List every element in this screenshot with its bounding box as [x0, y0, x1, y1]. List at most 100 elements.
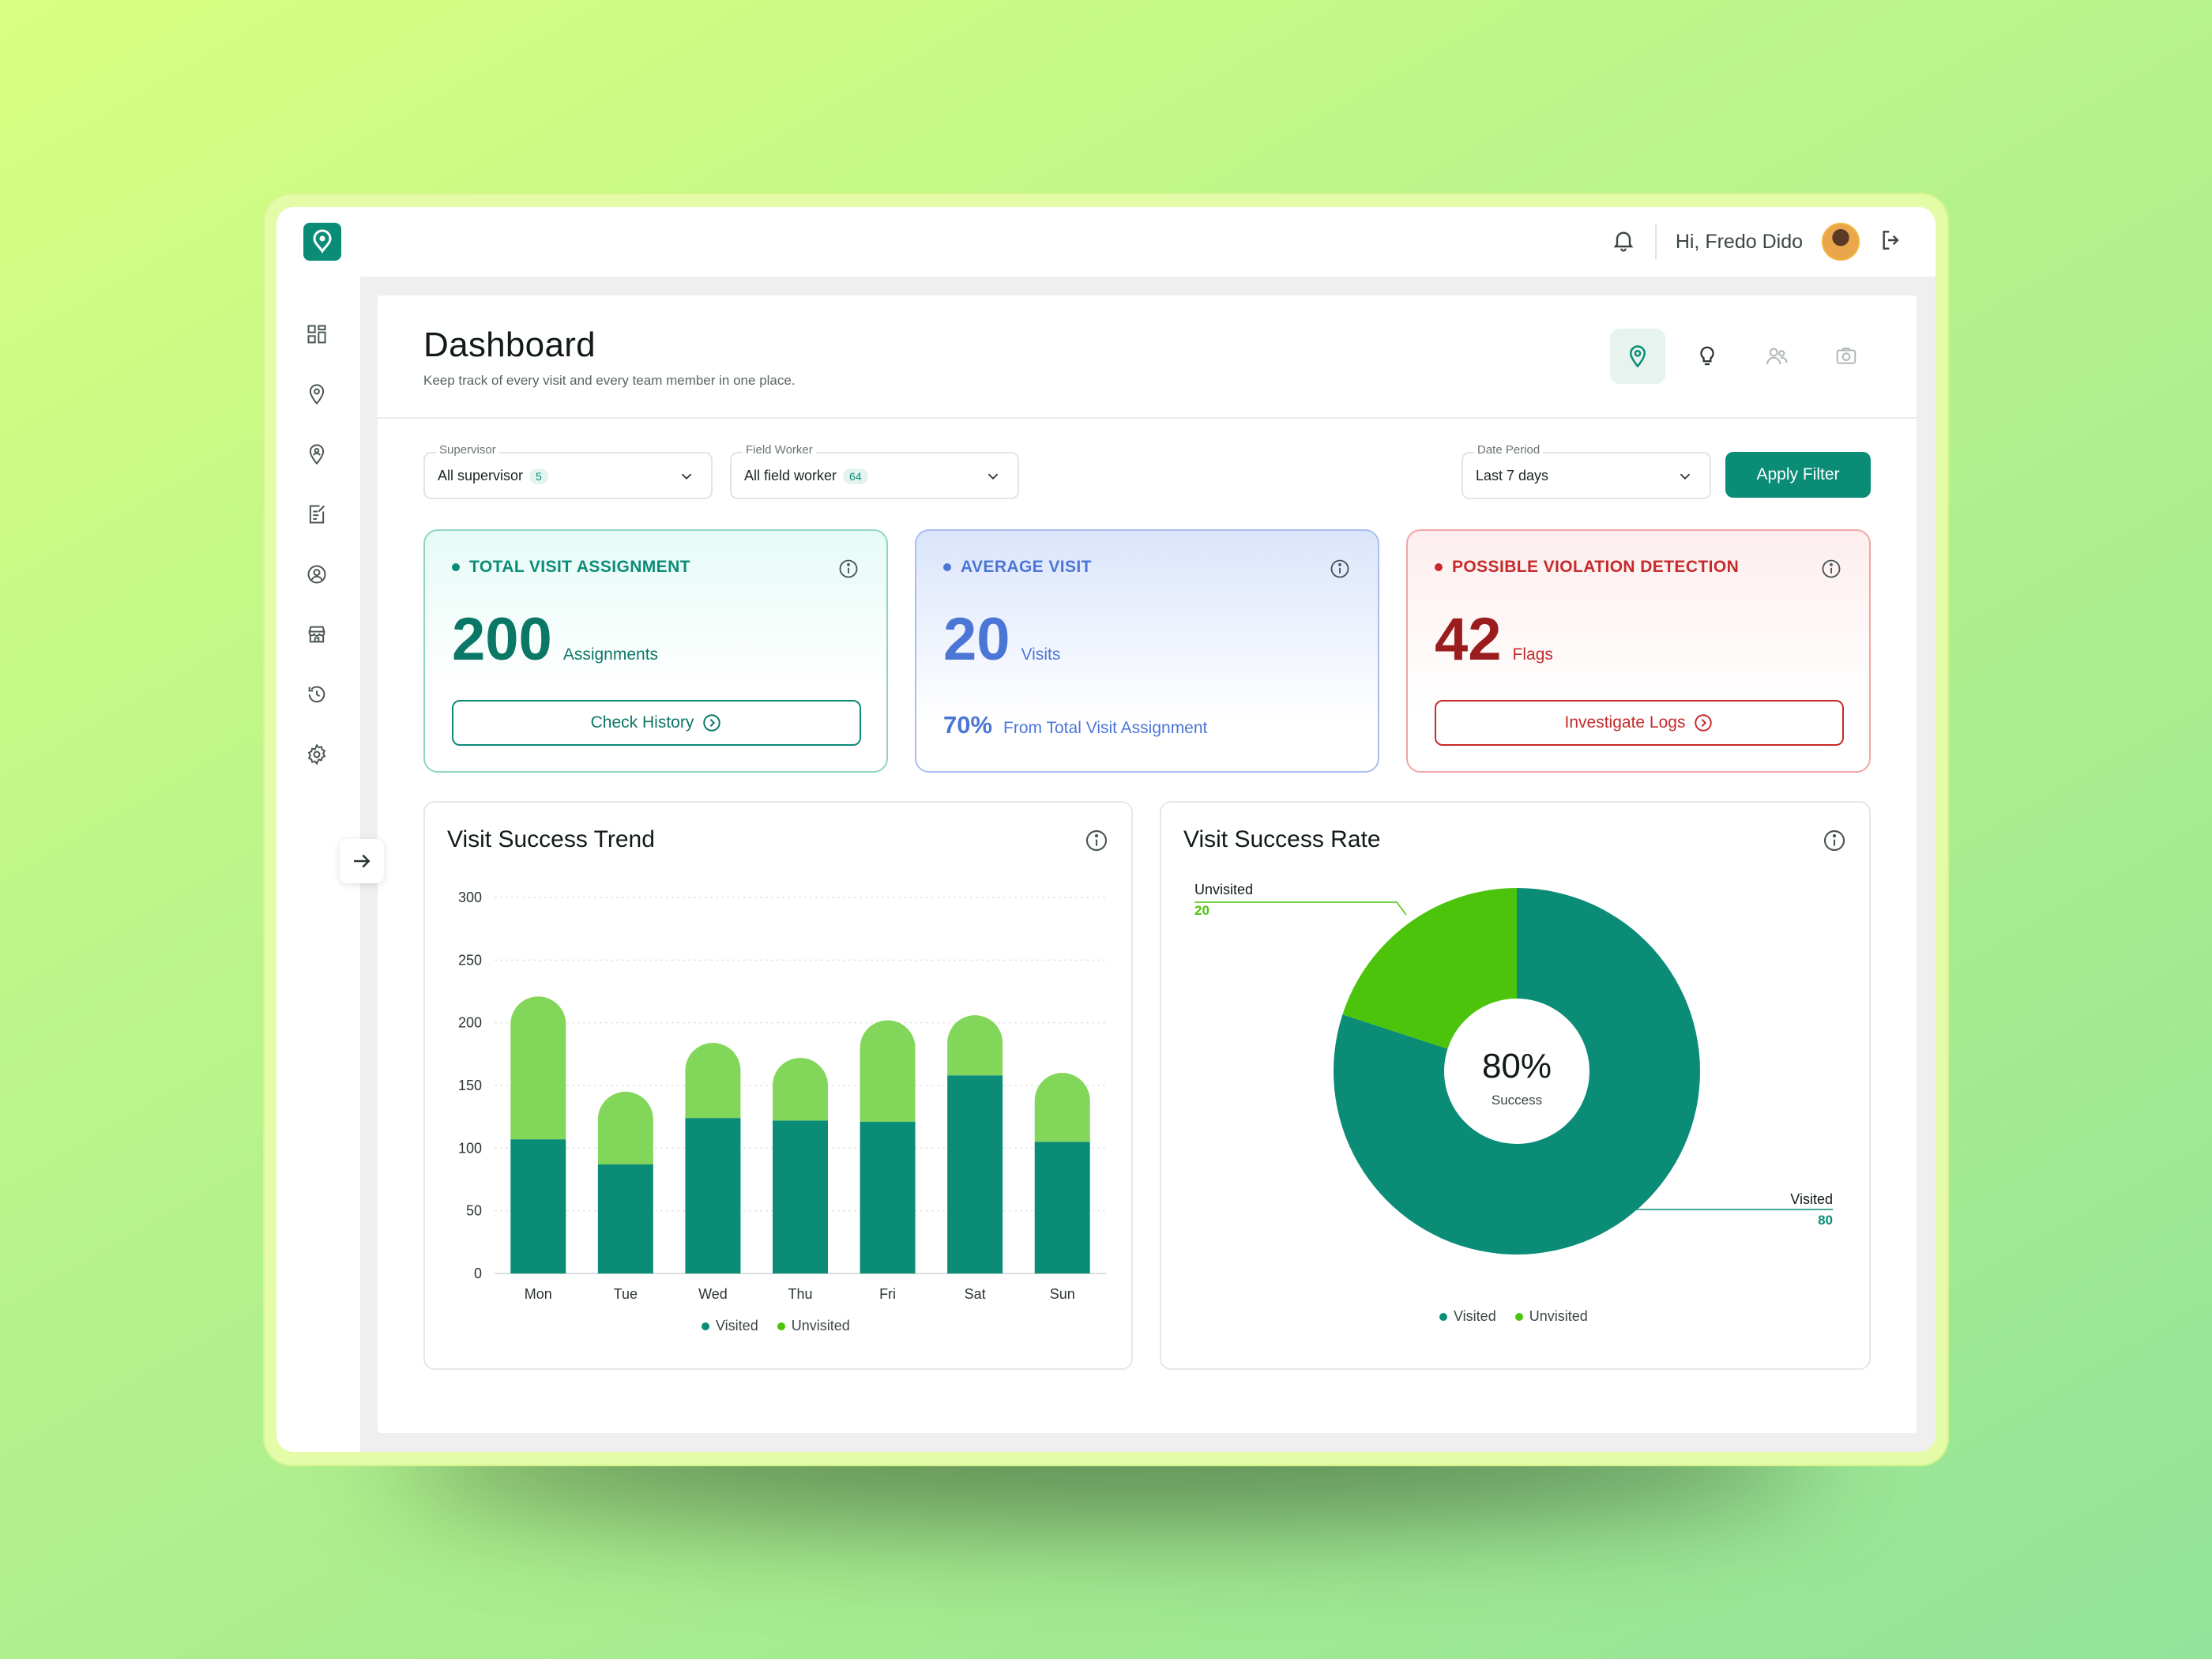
callout-visited-label: Visited	[1790, 1191, 1833, 1207]
bar-visited	[1034, 1142, 1090, 1273]
bar-visited	[510, 1139, 566, 1273]
users-icon	[1766, 348, 1788, 365]
rate-title: Visit Success Rate	[1183, 826, 1381, 852]
legend-unvisited: Unvisited	[777, 1318, 850, 1334]
view-tabs	[1610, 329, 1874, 384]
average-visit-title: AVERAGE VISIT	[961, 558, 1092, 576]
violation-unit: Flags	[1512, 645, 1553, 664]
violation-value-row: 42 Flags	[1435, 610, 1553, 670]
x-tick-label: Sun	[1050, 1286, 1075, 1302]
apply-filter-button[interactable]: Apply Filter	[1725, 452, 1871, 498]
card-title: AVERAGE VISIT	[943, 558, 1092, 577]
bar-unvisited	[1034, 1073, 1090, 1142]
chevron-down-icon	[1680, 473, 1691, 480]
bar-visited	[685, 1118, 741, 1273]
y-tick-label: 250	[458, 952, 482, 968]
total-visit-value-row: 200 Assignments	[452, 610, 658, 670]
chevron-down-icon	[988, 473, 999, 480]
bar-unvisited	[510, 996, 566, 1140]
profile-icon[interactable]	[305, 562, 329, 586]
bar-unvisited	[597, 1091, 653, 1164]
date-period-value: Last 7 days	[1476, 468, 1549, 483]
user-location-icon[interactable]	[305, 442, 329, 466]
location-icon	[1629, 345, 1646, 368]
status-dot	[452, 563, 460, 571]
supervisor-count-badge: 5	[529, 468, 548, 484]
check-history-label: Check History	[590, 713, 694, 732]
x-tick-label: Wed	[698, 1286, 728, 1302]
average-visit-percent: 70%	[943, 711, 993, 739]
page-title: Dashboard	[423, 325, 596, 364]
map-pin-logo-icon	[313, 229, 332, 254]
info-icon[interactable]	[1084, 828, 1109, 853]
user-greeting: Hi, Fredo Dido	[1675, 230, 1803, 253]
status-dot	[1435, 563, 1443, 571]
average-visit-unit: Visits	[1021, 645, 1061, 664]
field-worker-label: Field Worker	[743, 443, 816, 457]
tab-team[interactable]	[1749, 329, 1804, 384]
field-worker-count-badge: 64	[843, 468, 868, 484]
date-period-label: Date Period	[1474, 443, 1544, 457]
supervisor-select[interactable]: Supervisor All supervisor 5	[423, 443, 713, 499]
violation-title: POSSIBLE VIOLATION DETECTION	[1452, 558, 1740, 576]
legend-unvisited: Unvisited	[1514, 1308, 1588, 1325]
supervisor-selected: All supervisor	[438, 468, 524, 483]
settings-icon[interactable]	[305, 743, 329, 766]
app-window: Hi, Fredo Dido Dashboard Keep track of e…	[276, 207, 1936, 1452]
trend-bar-chart: 0 50 100 150 200 250 300 Mon Tue Wed Thu Fri Sat Sun	[458, 890, 1106, 1302]
rate-donut-chart: 80% Success Unvisited 20 Visited 80	[1194, 882, 1833, 1255]
info-icon[interactable]	[1820, 558, 1842, 580]
user-area: Hi, Fredo Dido	[1611, 207, 1904, 276]
bar-unvisited	[773, 1058, 828, 1121]
x-tick-label: Sat	[965, 1286, 986, 1302]
tab-lightbulb[interactable]	[1680, 329, 1735, 384]
top-bar: Hi, Fredo Dido	[276, 207, 1936, 276]
tab-location[interactable]	[1610, 329, 1665, 384]
x-tick-label: Mon	[525, 1286, 552, 1302]
info-icon[interactable]	[837, 558, 860, 580]
arrow-right-icon	[354, 854, 371, 868]
field-worker-value: All field worker 64	[744, 468, 868, 484]
expand-sidebar-button[interactable]	[340, 839, 384, 883]
x-tick-label: Fri	[879, 1286, 896, 1302]
legend-unvisited-label: Unvisited	[791, 1318, 850, 1334]
lightbulb-icon	[1700, 346, 1714, 366]
date-period-select[interactable]: Date Period Last 7 days	[1462, 443, 1711, 499]
bar-visited	[947, 1075, 1003, 1273]
investigate-logs-button[interactable]: Investigate Logs	[1435, 700, 1844, 746]
location-icon[interactable]	[305, 382, 329, 406]
total-visit-unit: Assignments	[562, 645, 659, 664]
info-icon[interactable]	[1329, 558, 1351, 580]
legend-visited: Visited	[1439, 1308, 1496, 1325]
card-title: POSSIBLE VIOLATION DETECTION	[1435, 558, 1739, 577]
app-logo[interactable]	[303, 223, 341, 261]
tasks-icon[interactable]	[305, 502, 329, 526]
total-visit-card: TOTAL VISIT ASSIGNMENT 200 Assignments Ch…	[423, 529, 888, 773]
dashboard-panel: Dashboard Keep track of every visit and …	[378, 295, 1917, 1433]
tab-camera[interactable]	[1819, 329, 1874, 384]
card-title: TOTAL VISIT ASSIGNMENT	[452, 558, 690, 577]
history-icon[interactable]	[305, 683, 329, 706]
bell-icon[interactable]	[1611, 228, 1636, 257]
check-history-button[interactable]: Check History	[452, 700, 861, 746]
bar-visited	[597, 1164, 653, 1273]
dashboard-icon[interactable]	[305, 322, 329, 346]
avatar[interactable]	[1822, 223, 1860, 261]
arrow-circle-right-icon	[703, 714, 721, 732]
visit-success-rate-card: Visit Success Rate 80% Success Unvisited 20…	[1160, 801, 1871, 1370]
x-tick-label: Thu	[788, 1286, 812, 1302]
bar-unvisited	[860, 1020, 916, 1123]
y-tick-label: 300	[458, 890, 482, 905]
visit-success-trend-card: Visit Success Trend 0 50 100 150 200 250 300 Mo…	[423, 801, 1133, 1370]
total-visit-value: 200	[452, 606, 552, 673]
field-worker-select[interactable]: Field Worker All field worker 64	[730, 443, 1019, 499]
bar-unvisited	[685, 1043, 741, 1119]
info-icon[interactable]	[1822, 828, 1847, 853]
bar-visited	[860, 1122, 916, 1273]
page-header: Dashboard Keep track of every visit and …	[378, 295, 1917, 419]
logout-icon[interactable]	[1879, 228, 1904, 257]
chevron-down-icon	[681, 473, 692, 480]
x-tick-label: Tue	[614, 1286, 638, 1302]
callout-unvisited-value: 20	[1194, 903, 1209, 918]
store-icon[interactable]	[305, 623, 329, 646]
